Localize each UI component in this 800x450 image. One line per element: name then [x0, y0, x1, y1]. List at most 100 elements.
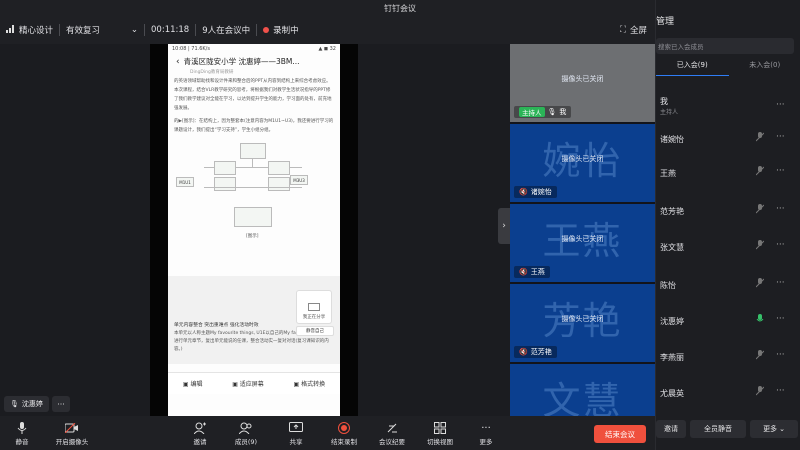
diagram-label-box: M3U3	[290, 175, 308, 185]
members-label: 成员(9)	[234, 438, 258, 446]
panel-actions: 邀请 全员静音 更多 ⌄	[656, 418, 800, 440]
video-tile[interactable]: 芳艳 摄像头已关闭 🔇 范芳艳	[510, 284, 655, 362]
grid-view-icon	[434, 420, 446, 436]
member-row[interactable]: 陈怡 ···	[656, 274, 800, 298]
member-row[interactable]: 我 主持人 ···	[656, 90, 800, 116]
member-name: 诸婉怡	[660, 135, 684, 144]
mic-muted-icon[interactable]	[755, 132, 765, 144]
phone-status-left: 10:08 | 71.6K/s	[172, 46, 210, 52]
member-more-icon[interactable]: ···	[776, 314, 785, 324]
search-placeholder: 搜索已入会成员	[658, 43, 704, 51]
members-button[interactable]: 成员(9)	[226, 420, 266, 448]
app-label-item[interactable]: 精心设计	[0, 16, 59, 44]
letterbox-right	[340, 44, 358, 416]
chevron-down-icon: ⌄	[779, 425, 785, 433]
self-more-button[interactable]: ···	[52, 396, 70, 412]
camera-button[interactable]: 开启摄像头	[48, 420, 96, 448]
more-button[interactable]: ··· 更多	[466, 420, 506, 448]
participants-text: 9人在会议中	[202, 26, 251, 36]
video-tile[interactable]: 王燕 摄像头已关闭 🔇 王燕	[510, 204, 655, 282]
record-icon	[338, 420, 350, 436]
phone-fit-button[interactable]: ▣ 适应屏幕	[232, 379, 264, 388]
meeting-topic-dropdown[interactable]: 有效复习 ⌄	[60, 16, 144, 44]
sharing-label: 我正在分享	[302, 315, 326, 320]
share-button[interactable]: 共享	[276, 420, 316, 448]
tab-not-joined[interactable]: 未入会(0)	[729, 60, 800, 76]
member-more-icon[interactable]: ···	[776, 278, 785, 288]
chevron-down-icon: ⌄	[130, 25, 139, 35]
meeting-topic: 有效复习	[66, 26, 101, 36]
member-row[interactable]: 范芳艳 ···	[656, 200, 800, 224]
panel-title: 管理	[656, 17, 675, 27]
minutes-button[interactable]: 会议纪要	[372, 420, 412, 448]
member-more-icon[interactable]: ···	[776, 166, 785, 176]
invite-button[interactable]: 邀请	[656, 420, 686, 438]
member-more-icon[interactable]: ···	[776, 132, 785, 142]
fullscreen-label: 全屏	[629, 26, 647, 36]
member-row[interactable]: 尤晨英 ···	[656, 382, 800, 406]
tab-joined[interactable]: 已入会(9)	[656, 60, 729, 76]
camera-off-text: 摄像头已关闭	[561, 75, 604, 83]
mic-muted-icon[interactable]	[755, 204, 765, 216]
phone-format-button[interactable]: ▣ 格式转换	[294, 379, 326, 388]
participants-count[interactable]: 9人在会议中	[196, 16, 256, 44]
mute-all-button[interactable]: 全员静音	[690, 420, 746, 438]
video-tile[interactable]: 摄像头已关闭 主持人 🎙 我	[510, 44, 655, 122]
member-row[interactable]: 王燕 ···	[656, 162, 800, 186]
mic-muted-icon[interactable]	[755, 166, 765, 178]
member-name: 李燕丽	[660, 353, 684, 362]
invite-toolbar-button[interactable]: 邀请	[180, 420, 220, 448]
panel-more-button[interactable]: 更多 ⌄	[750, 420, 798, 438]
mic-muted-icon[interactable]	[755, 240, 765, 252]
camera-label: 开启摄像头	[55, 438, 89, 446]
minutes-icon	[386, 420, 398, 436]
member-more-icon[interactable]: ···	[776, 100, 785, 110]
tile-name: 我	[559, 108, 567, 116]
member-more-icon[interactable]: ···	[776, 386, 785, 396]
end-meeting-button[interactable]: 结束会议	[594, 425, 646, 443]
tile-name-tag: 主持人 🎙 我	[514, 106, 572, 118]
member-more-icon[interactable]: ···	[776, 204, 785, 214]
mute-self-chip[interactable]: 静音自己	[296, 326, 334, 336]
member-search-input[interactable]: 搜索已入会成员	[656, 38, 794, 54]
microphone-icon: 🎙	[10, 400, 19, 408]
member-row[interactable]: 沈惠婷 ···	[656, 310, 800, 334]
back-arrow-icon: ‹	[176, 56, 180, 67]
video-tile[interactable]: 婉怡 摄像头已关闭 🔇 诸婉怡	[510, 124, 655, 202]
member-name: 陈怡	[660, 281, 676, 290]
camera-off-text: 摄像头已关闭	[561, 315, 604, 323]
mic-muted-icon[interactable]	[755, 386, 765, 398]
screen-share-icon	[308, 303, 320, 314]
recording-dot-icon	[263, 27, 270, 33]
phone-edit-button[interactable]: ▣ 编辑	[183, 379, 203, 388]
phone-status-right: ▲ ◼ 32	[318, 46, 336, 52]
switch-view-button[interactable]: 切换视图	[420, 420, 460, 448]
share-screen-icon	[289, 420, 303, 436]
sharing-indicator-button[interactable]: 我正在分享	[296, 290, 332, 324]
stop-recording-button[interactable]: 结束录制	[324, 420, 364, 448]
member-row[interactable]: 诸婉怡 ···	[656, 128, 800, 152]
mic-muted-icon[interactable]	[755, 278, 765, 290]
video-tile[interactable]: 文慧	[510, 364, 655, 416]
mute-button[interactable]: 静音	[2, 420, 42, 448]
mic-muted-icon[interactable]	[755, 350, 765, 362]
diagram-left-label: M1U1	[179, 179, 191, 185]
fullscreen-button[interactable]: ⛶ 全屏	[620, 16, 647, 44]
member-more-icon[interactable]: ···	[776, 240, 785, 250]
diagram-caption: [图示]	[246, 234, 259, 239]
collapse-tiles-button[interactable]: ›	[498, 208, 510, 244]
more-dots-icon: ···	[481, 422, 491, 434]
app-label: 精心设计	[19, 26, 54, 36]
bottom-toolbar: 静音 开启摄像头 邀请 成员(9) 共享 结束录制 会议纪要 切换视图 ··· …	[0, 416, 655, 450]
invite-label: 邀请	[193, 438, 207, 446]
panel-more-label: 更多	[763, 425, 778, 433]
member-more-icon[interactable]: ···	[776, 350, 785, 360]
member-row[interactable]: 张文慧 ···	[656, 236, 800, 260]
member-panel: 管理 搜索已入会成员 已入会(9) 未入会(0) 我 主持人 ··· 诸婉怡 ·…	[655, 0, 800, 450]
mic-active-icon[interactable]	[756, 314, 764, 326]
stop-recording-label: 结束录制	[331, 438, 357, 446]
member-name: 我	[660, 97, 668, 106]
member-row[interactable]: 李燕丽 ···	[656, 346, 800, 370]
share-label: 共享	[289, 438, 303, 446]
article-diagram: M1U1 M3U3 [图示]	[174, 141, 334, 251]
